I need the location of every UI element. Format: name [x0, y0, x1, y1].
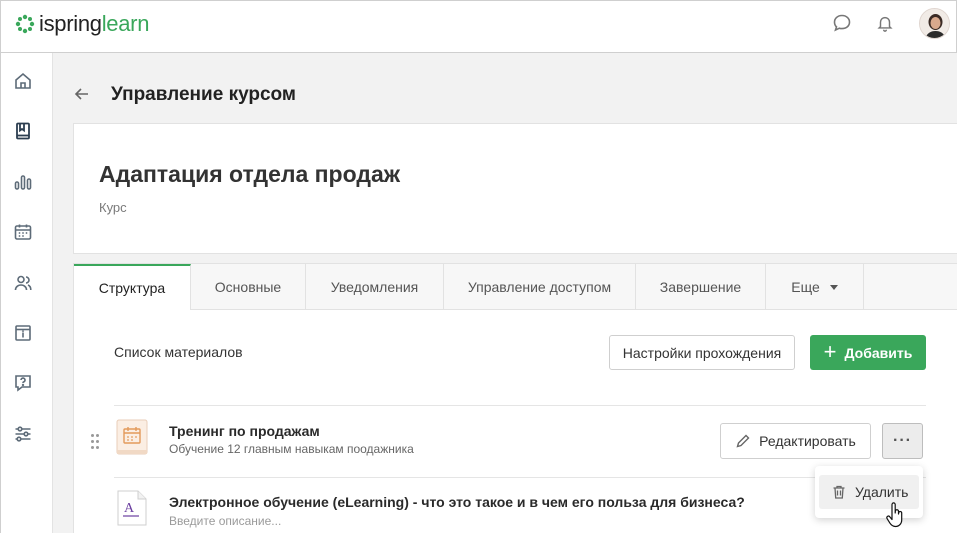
book-icon[interactable]	[12, 120, 34, 142]
divider	[114, 477, 926, 478]
drag-handle-icon[interactable]	[91, 434, 99, 450]
tab-bar-filler	[864, 264, 957, 309]
users-icon[interactable]	[12, 272, 34, 294]
logo-text-learn: learn	[101, 11, 150, 36]
bar-chart-icon[interactable]	[12, 171, 34, 193]
chevron-down-icon	[829, 285, 838, 290]
tab-general[interactable]: Основные	[191, 264, 306, 309]
edit-button[interactable]: Редактировать	[720, 423, 871, 459]
delete-label: Удалить	[855, 484, 909, 500]
back-arrow-icon[interactable]	[73, 85, 91, 103]
calendar-icon[interactable]	[12, 221, 34, 243]
logo-text-ispring: ispring	[39, 11, 102, 36]
material-title[interactable]: Электронное обучение (eLearning) - что э…	[169, 494, 745, 510]
info-icon[interactable]	[12, 322, 34, 344]
material-description-placeholder[interactable]: Введите описание...	[169, 514, 281, 528]
logo[interactable]: ispringlearn	[15, 11, 149, 37]
course-type: Курс	[99, 200, 127, 215]
tab-completion[interactable]: Завершение	[636, 264, 766, 309]
tab-label: Структура	[98, 280, 166, 296]
logo-icon	[15, 14, 35, 34]
divider	[114, 405, 926, 406]
options-dropdown: Удалить	[815, 466, 923, 518]
home-icon[interactable]	[12, 70, 34, 92]
tab-structure[interactable]: Структура	[74, 264, 191, 310]
tab-access[interactable]: Управление доступом	[444, 264, 636, 309]
tab-label: Завершение	[659, 278, 742, 295]
document-icon: A	[116, 490, 148, 526]
sliders-icon[interactable]	[12, 423, 34, 445]
material-title[interactable]: Тренинг по продажам	[169, 423, 320, 439]
course-card: Адаптация отдела продаж Курс	[73, 123, 957, 254]
pencil-icon	[736, 434, 750, 448]
calendar-training-icon	[116, 419, 148, 455]
tab-label: Уведомления	[330, 278, 419, 295]
trash-icon	[833, 485, 845, 499]
tab-label: Управление доступом	[467, 278, 612, 295]
add-button[interactable]: + Добавить	[810, 335, 926, 370]
tab-label: Основные	[214, 278, 282, 295]
course-title: Адаптация отдела продаж	[99, 161, 401, 187]
plus-icon: +	[823, 338, 837, 364]
sidebar	[0, 53, 53, 533]
material-description: Обучение 12 главным навыкам поодажника	[169, 442, 414, 456]
avatar[interactable]	[919, 8, 950, 39]
page-title: Управление курсом	[111, 84, 296, 105]
completion-settings-button[interactable]: Настройки прохождения	[609, 335, 795, 370]
structure-panel: Структура Основные Уведомления Управлени…	[73, 263, 957, 533]
edit-button-label: Редактировать	[759, 433, 856, 449]
chat-icon[interactable]	[831, 12, 853, 34]
top-bar: ispringlearn	[0, 0, 957, 53]
materials-list-label: Список материалов	[114, 344, 243, 360]
question-icon[interactable]	[12, 372, 34, 394]
more-options-button[interactable]: ···	[882, 423, 923, 459]
bell-icon[interactable]	[874, 12, 896, 34]
tab-label: Еще	[791, 278, 820, 295]
tab-more[interactable]: Еще	[766, 264, 864, 309]
add-button-label: Добавить	[844, 344, 913, 361]
svg-text:A: A	[124, 501, 135, 516]
hand-cursor-icon	[885, 502, 905, 528]
tab-bar: Структура Основные Уведомления Управлени…	[74, 264, 957, 310]
tab-notifications[interactable]: Уведомления	[306, 264, 444, 309]
